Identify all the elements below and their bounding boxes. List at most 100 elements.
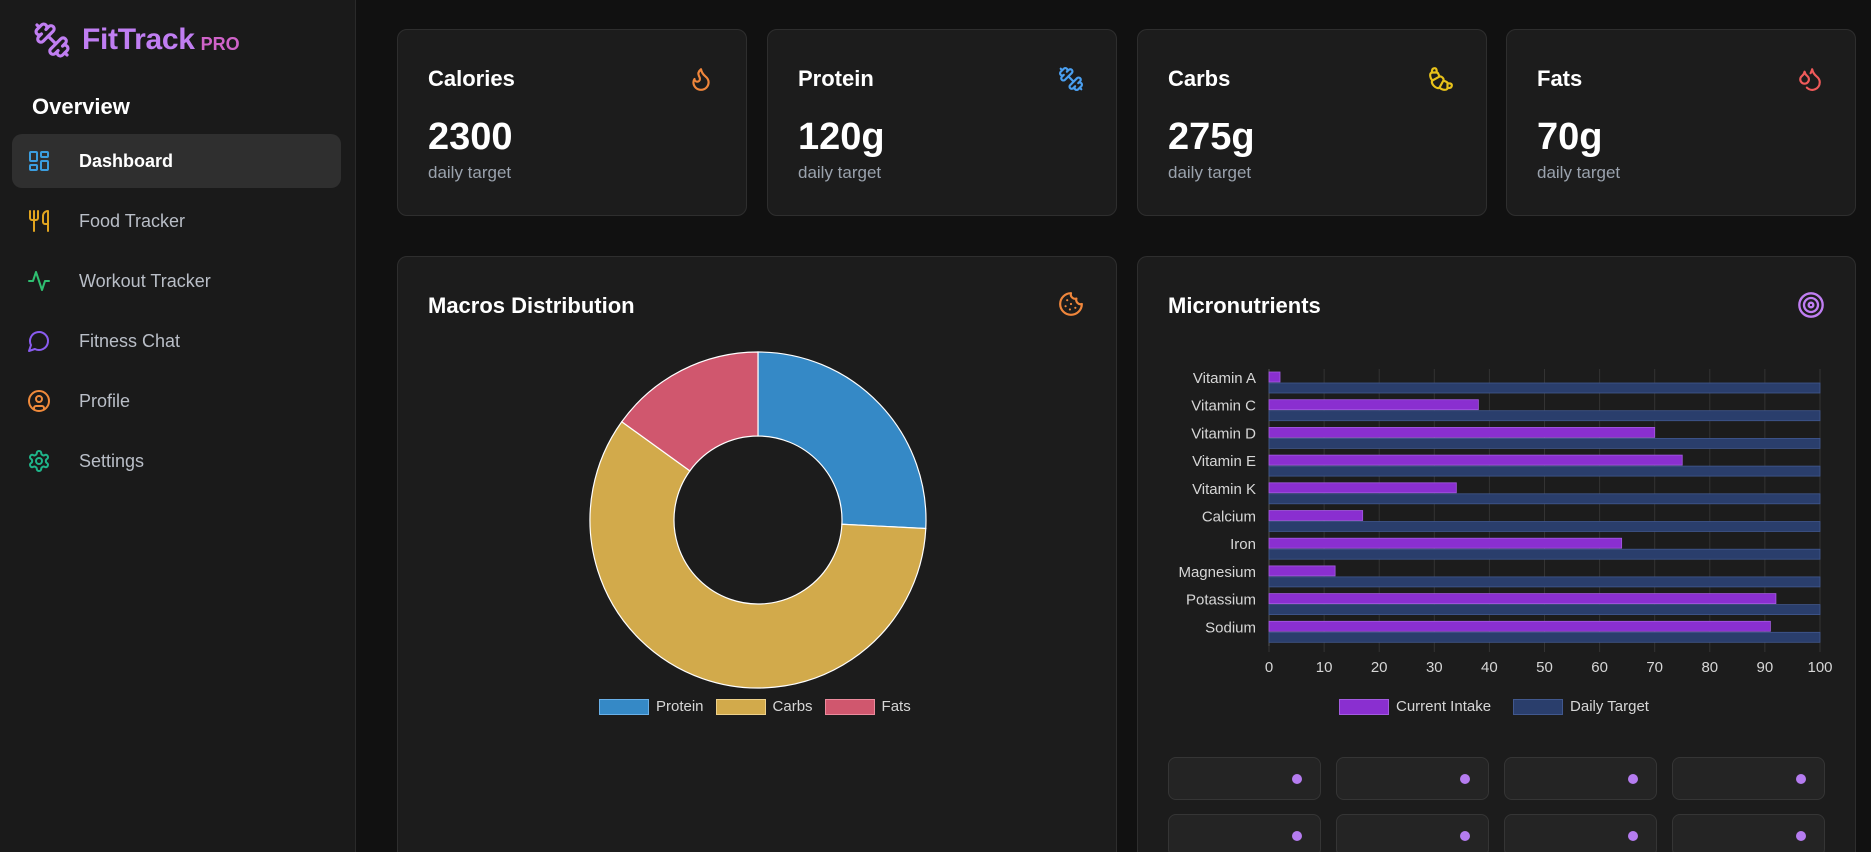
activity-icon (26, 268, 52, 294)
stat-title: Protein (798, 66, 874, 91)
micronutrient-card[interactable] (1336, 814, 1489, 852)
y-tick-label: Calcium (1202, 509, 1256, 526)
legend-label: Current Intake (1396, 698, 1492, 715)
sidebar-item-label: Dashboard (79, 150, 174, 171)
sidebar-item-label: Settings (79, 450, 145, 471)
bar-current-intake[interactable] (1268, 537, 1623, 549)
sidebar-item-workout-tracker[interactable]: Workout Tracker (12, 254, 341, 308)
micronutrient-card[interactable] (1504, 814, 1657, 852)
bar-daily-target[interactable] (1268, 410, 1821, 422)
bar-daily-target[interactable] (1268, 604, 1821, 616)
stat-value: 70g (1537, 116, 1603, 158)
target-icon (1797, 291, 1825, 319)
stat-subtitle: daily target (798, 163, 882, 182)
legend-swatch (715, 698, 766, 715)
x-tick-label: 30 (1426, 659, 1443, 676)
legend-item-protein[interactable]: Protein (599, 698, 704, 715)
sidebar-item-label: Food Tracker (79, 210, 186, 231)
x-tick-label: 70 (1646, 659, 1663, 676)
cookie-icon (1058, 291, 1086, 319)
bar-current-intake[interactable] (1268, 399, 1479, 411)
micronutrient-card[interactable] (1672, 814, 1825, 852)
status-dot (1796, 831, 1806, 841)
micronutrient-card[interactable] (1336, 757, 1489, 800)
stat-card-fats: Fats 70g daily target (1506, 29, 1856, 216)
y-tick-label: Vitamin K (1192, 481, 1256, 498)
utensils-icon (26, 208, 52, 234)
y-tick-label: Sodium (1205, 619, 1256, 636)
legend-label: Fats (881, 698, 911, 715)
macros-legend: Protein Carbs Fats (599, 698, 923, 715)
stat-title: Fats (1537, 66, 1583, 91)
sidebar-item-label: Fitness Chat (79, 330, 181, 351)
y-tick-label: Magnesium (1178, 564, 1256, 581)
stat-value: 275g (1168, 116, 1255, 158)
dumbbell-icon (1058, 66, 1084, 92)
micronutrients-legend: Current Intake Daily Target (1339, 698, 1661, 715)
sidebar-item-profile[interactable]: Profile (12, 374, 341, 428)
legend-item-carbs[interactable]: Carbs (715, 698, 813, 715)
y-tick-label: Vitamin C (1191, 398, 1256, 415)
legend-label: Daily Target (1570, 698, 1649, 715)
bar-current-intake[interactable] (1268, 620, 1771, 632)
micronutrient-card[interactable] (1168, 757, 1321, 800)
bar-current-intake[interactable] (1268, 593, 1777, 605)
bar-daily-target[interactable] (1268, 438, 1821, 449)
stat-card-carbs: Carbs 275g daily target (1137, 29, 1487, 216)
x-tick-label: 0 (1265, 659, 1273, 676)
bar-current-intake[interactable] (1268, 454, 1683, 466)
panel-title: Micronutrients (1168, 293, 1321, 318)
bar-current-intake[interactable] (1268, 427, 1656, 438)
x-tick-label: 100 (1807, 659, 1832, 676)
x-tick-label: 60 (1591, 659, 1608, 676)
sidebar-item-settings[interactable]: Settings (12, 434, 341, 488)
bar-daily-target[interactable] (1268, 576, 1821, 588)
bar-daily-target[interactable] (1268, 382, 1821, 394)
bar-current-intake[interactable] (1268, 510, 1364, 521)
bar-current-intake[interactable] (1268, 371, 1281, 383)
bar-current-intake[interactable] (1268, 565, 1336, 577)
sidebar-item-food-tracker[interactable]: Food Tracker (12, 194, 341, 248)
micronutrient-card[interactable] (1672, 757, 1825, 800)
legend-swatch (1513, 698, 1564, 715)
stat-value: 2300 (428, 116, 513, 158)
status-dot (1628, 831, 1638, 841)
sidebar-item-dashboard[interactable]: Dashboard (12, 134, 341, 188)
sidebar-nav: Dashboard Food Tracker Workout Tracker F… (12, 134, 341, 494)
stat-title: Carbs (1168, 66, 1231, 91)
y-tick-label: Vitamin D (1191, 425, 1256, 442)
x-tick-label: 20 (1371, 659, 1388, 676)
y-tick-label: Potassium (1186, 592, 1256, 609)
legend-item-current-intake[interactable]: Current Intake (1339, 698, 1491, 715)
bar-daily-target[interactable] (1268, 465, 1821, 477)
micronutrient-card[interactable] (1168, 814, 1321, 852)
stat-subtitle: daily target (1168, 163, 1252, 182)
bar-daily-target[interactable] (1268, 521, 1821, 532)
sidebar-item-fitness-chat[interactable]: Fitness Chat (12, 314, 341, 368)
bar-daily-target[interactable] (1268, 493, 1821, 505)
brand-name: FitTrack (82, 23, 195, 56)
stat-subtitle: daily target (428, 163, 512, 182)
x-tick-label: 10 (1316, 659, 1333, 676)
y-tick-label: Vitamin A (1193, 370, 1256, 387)
legend-item-fats[interactable]: Fats (824, 698, 911, 715)
sidebar-item-label: Profile (79, 390, 131, 411)
bar-current-intake[interactable] (1268, 482, 1457, 494)
chat-icon (26, 328, 52, 354)
legend-swatch (599, 698, 649, 715)
brand-logo[interactable]: FitTrack PRO (32, 18, 240, 62)
donut-slice-protein[interactable] (757, 351, 927, 530)
x-tick-label: 90 (1757, 659, 1774, 676)
user-circle-icon (26, 388, 52, 414)
gear-icon (26, 448, 52, 474)
legend-label: Carbs (772, 698, 813, 715)
stat-card-protein: Protein 120g daily target (767, 29, 1117, 216)
sidebar: FitTrack PRO Overview Dashboard Food Tra… (0, 0, 356, 852)
legend-item-daily-target[interactable]: Daily Target (1513, 698, 1649, 715)
micronutrient-card[interactable] (1504, 757, 1657, 800)
brand-badge: PRO (200, 33, 240, 54)
panel-title: Macros Distribution (428, 293, 635, 318)
stat-card-calories: Calories 2300 daily target (397, 29, 747, 216)
bar-daily-target[interactable] (1268, 631, 1821, 643)
bar-daily-target[interactable] (1268, 548, 1821, 560)
